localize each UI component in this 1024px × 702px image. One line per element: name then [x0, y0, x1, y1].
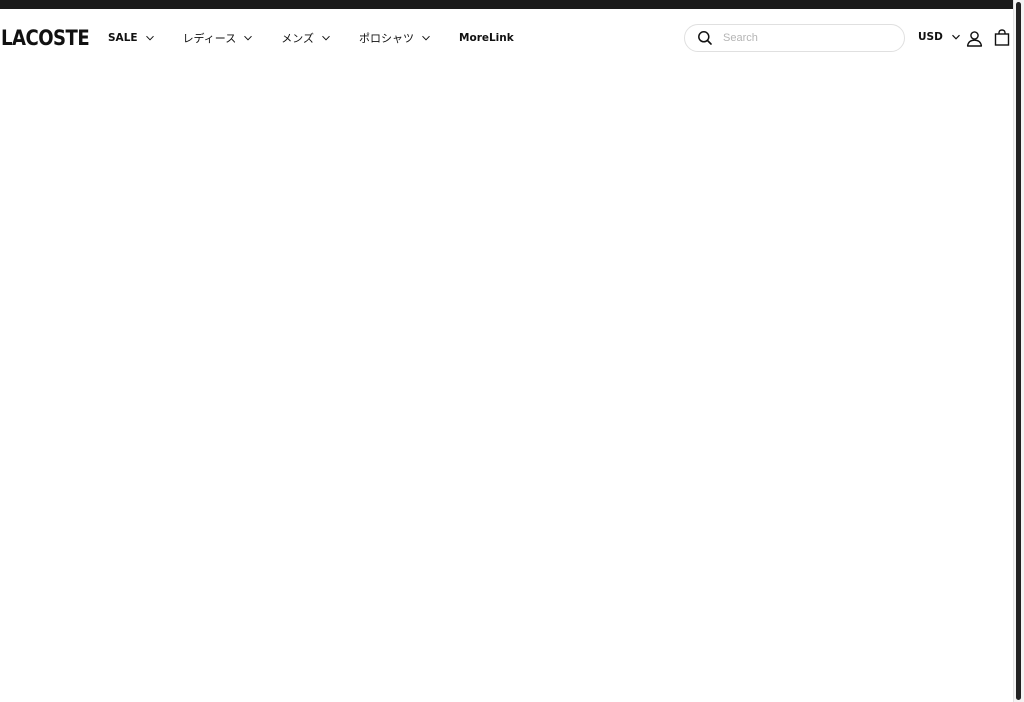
main-content	[0, 67, 1013, 702]
chevron-down-icon	[243, 33, 253, 43]
nav-item-polo-shirts[interactable]: ポロシャツ	[359, 30, 431, 46]
chevron-down-icon	[321, 33, 331, 43]
currency-label: USD	[918, 31, 943, 43]
currency-selector[interactable]: USD	[918, 31, 961, 43]
nav-item-label: レディース	[182, 32, 237, 45]
chevron-down-icon	[145, 33, 155, 43]
chevron-down-icon	[421, 33, 431, 43]
search-icon[interactable]	[697, 30, 713, 46]
main-nav: SALE レディース メンズ ポロシャツ MoreLink	[108, 29, 542, 47]
nav-item-label: メンズ	[281, 32, 315, 45]
brand-logo[interactable]: LACOSTE	[1, 25, 90, 51]
search-input[interactable]	[723, 32, 883, 44]
nav-item-mens[interactable]: メンズ	[281, 30, 331, 46]
nav-item-label: MoreLink	[459, 32, 514, 44]
search-box	[684, 24, 905, 52]
scrollbar-thumb[interactable]	[1016, 2, 1021, 700]
top-announcement-strip	[0, 0, 1013, 9]
page: LACOSTE SALE レディース メンズ ポロシャツ MoreLink Se…	[0, 0, 1024, 702]
nav-item-label: ポロシャツ	[359, 32, 415, 45]
nav-item-sale[interactable]: SALE	[108, 32, 155, 44]
site-header: LACOSTE SALE レディース メンズ ポロシャツ MoreLink Se…	[0, 9, 1013, 67]
nav-item-label: SALE	[108, 32, 138, 44]
scrollbar[interactable]	[1013, 0, 1024, 702]
nav-item-more-link[interactable]: MoreLink	[459, 32, 514, 44]
nav-item-womens[interactable]: レディース	[183, 30, 254, 46]
chevron-down-icon	[951, 32, 961, 42]
shopping-bag-icon[interactable]	[994, 29, 1010, 46]
user-icon[interactable]	[966, 30, 983, 47]
